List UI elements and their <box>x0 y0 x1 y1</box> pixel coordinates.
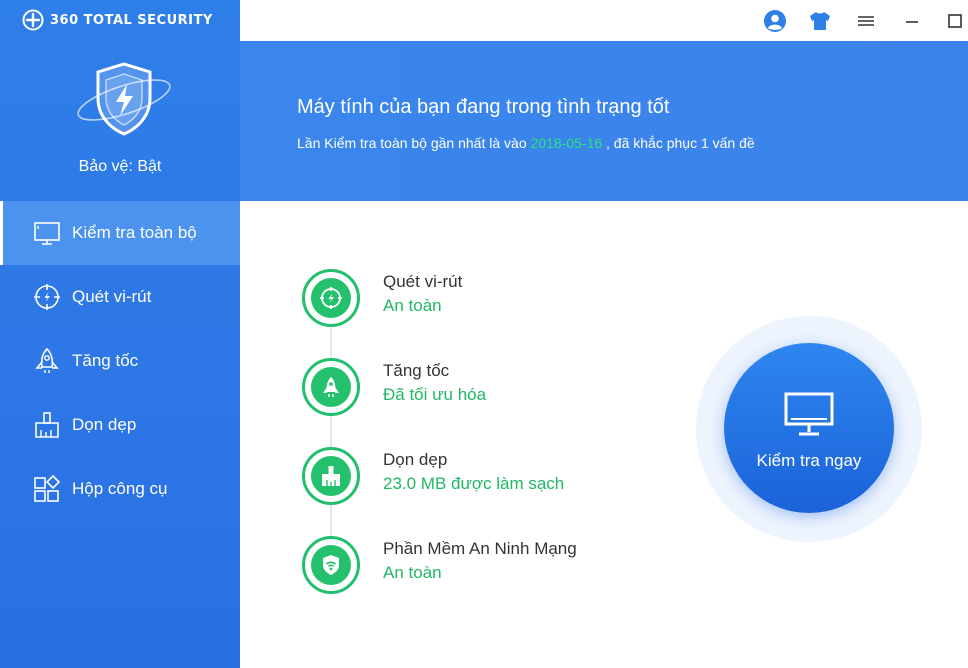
sidebar-item-virus-scan[interactable]: Quét vi-rút <box>0 265 240 329</box>
menu-icon[interactable] <box>853 8 879 34</box>
status-value: An toàn <box>383 563 442 582</box>
status-item-speedup: Tăng tốc Đã tối ưu hóa <box>302 358 702 418</box>
virus-scan-icon <box>34 284 60 310</box>
status-connector-line <box>330 300 332 562</box>
minimize-icon[interactable] <box>899 8 925 34</box>
sidebar-item-speedup[interactable]: Tăng tốc <box>0 329 240 393</box>
status-item-cleanup: Dọn dẹp 23.0 MB được làm sạch <box>302 447 702 507</box>
status-circle <box>302 358 360 416</box>
status-circle <box>302 269 360 327</box>
status-value: An toàn <box>383 296 442 315</box>
status-title: Tăng tốc <box>383 361 450 380</box>
brand-logo-icon <box>22 9 44 31</box>
broom-icon <box>322 466 340 486</box>
status-banner: Máy tính của bạn đang trong tình trạng t… <box>240 41 968 201</box>
sidebar-item-full-check[interactable]: Kiểm tra toàn bộ <box>0 201 240 265</box>
banner-title: Máy tính của bạn đang trong tình trạng t… <box>297 96 670 118</box>
last-check-info: Lần Kiểm tra toàn bộ gần nhất là vào 201… <box>297 135 755 151</box>
scan-now-label: Kiểm tra ngay <box>756 451 862 470</box>
status-circle <box>302 447 360 505</box>
sidebar-item-label: Kiểm tra toàn bộ <box>72 223 197 242</box>
monitor-icon <box>34 222 60 245</box>
last-check-prefix: Lần Kiểm tra toàn bộ gần nhất là vào <box>297 135 527 151</box>
sidebar-item-label: Tăng tốc <box>72 351 139 370</box>
brand: 360 TOTAL SECURITY <box>22 9 213 31</box>
status-value: 23.0 MB được làm sạch <box>383 474 565 493</box>
broom-icon <box>35 412 59 438</box>
brand-name: 360 TOTAL SECURITY <box>50 12 213 28</box>
status-title: Quét vi-rút <box>383 272 463 291</box>
sidebar-item-toolbox[interactable]: Hộp công cụ <box>0 457 240 521</box>
protection-status: Bảo vệ: Bật <box>78 158 162 175</box>
last-check-suffix: , đã khắc phục 1 vấn đề <box>606 135 755 151</box>
sidebar-item-label: Hộp công cụ <box>72 479 168 498</box>
user-icon[interactable] <box>762 8 788 34</box>
scan-now-button[interactable]: Kiểm tra ngay <box>724 343 894 513</box>
status-value: Đã tối ưu hóa <box>383 385 487 404</box>
rocket-icon <box>323 377 339 397</box>
sidebar-item-label: Dọn dẹp <box>72 415 137 434</box>
sidebar-nav: Kiểm tra toàn bộ Quét vi-rút Tăng tốc Dọ… <box>0 201 240 521</box>
maximize-icon[interactable] <box>942 8 968 34</box>
sidebar-item-label: Quét vi-rút <box>72 287 152 306</box>
wifi-shield-icon <box>323 555 339 575</box>
skin-shirt-icon[interactable] <box>807 8 833 34</box>
shield-icon <box>77 62 171 136</box>
status-circle <box>302 536 360 594</box>
last-check-date: 2018-05-16 <box>530 135 603 151</box>
status-title: Phần Mềm An Ninh Mạng <box>383 539 577 558</box>
rocket-icon <box>35 347 59 373</box>
monitor-icon <box>784 392 834 436</box>
toolbox-icon <box>34 474 61 502</box>
status-item-network-security: Phần Mềm An Ninh Mạng An toàn <box>302 536 702 596</box>
sidebar-item-cleanup[interactable]: Dọn dẹp <box>0 393 240 457</box>
status-item-virus-scan: Quét vi-rút An toàn <box>302 269 702 329</box>
status-title: Dọn dẹp <box>383 450 448 469</box>
virus-scan-icon <box>320 287 342 309</box>
sidebar: 360 TOTAL SECURITY Bảo vệ: Bật Kiểm tra … <box>0 0 240 668</box>
title-bar <box>240 0 968 41</box>
